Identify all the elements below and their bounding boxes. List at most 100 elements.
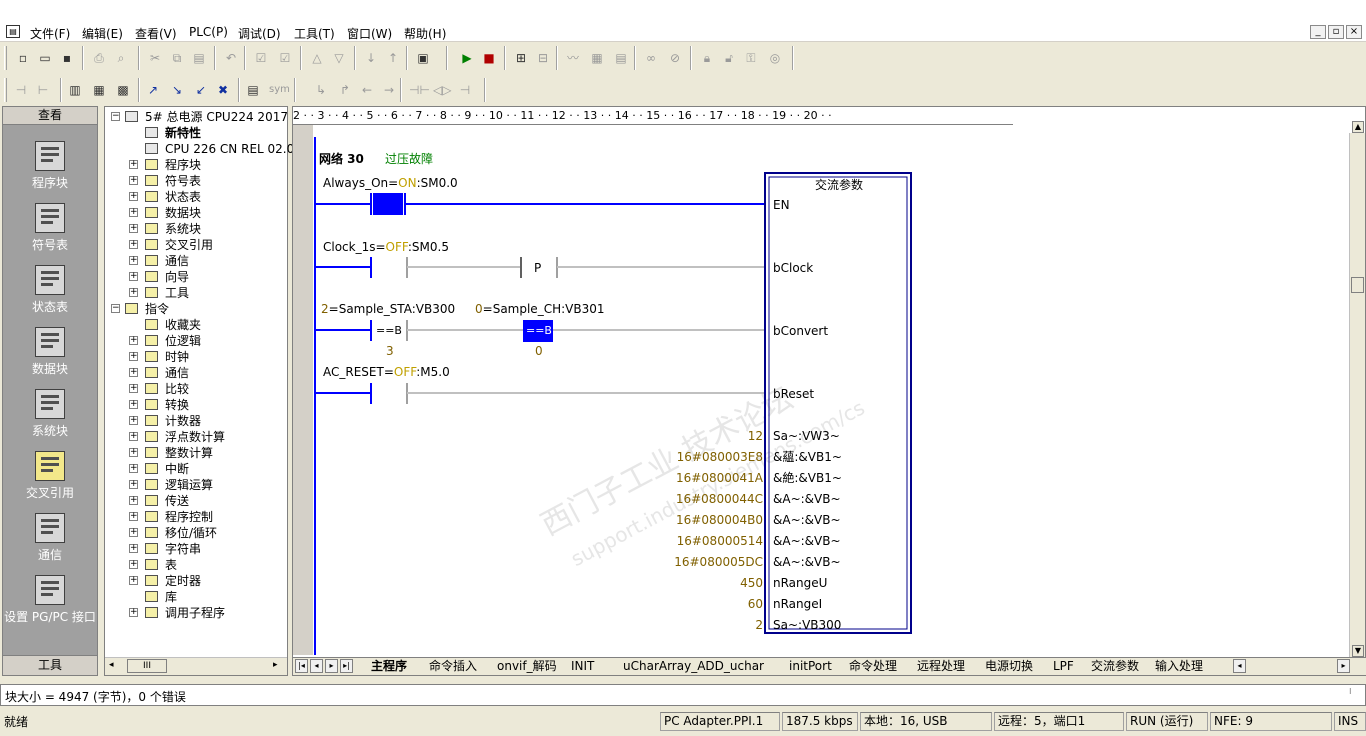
sym-icon[interactable]: sym (268, 81, 290, 99)
stop-icon[interactable]: ■ (480, 49, 498, 67)
box-icon[interactable]: ⊣ (456, 81, 474, 99)
tree-node[interactable]: + 计数器 (105, 413, 287, 429)
expand-icon[interactable]: + (129, 608, 138, 617)
tree-node[interactable]: + 符号表 (105, 173, 287, 189)
compile-all-icon[interactable]: ☑ (276, 49, 294, 67)
write-all-icon[interactable]: ▤ (612, 49, 630, 67)
menu-item-5[interactable]: 工具(T) (294, 25, 335, 42)
toolbar-grip[interactable] (4, 46, 7, 70)
expand-icon[interactable]: + (129, 528, 138, 537)
network-comment-icon[interactable]: ▥ (66, 81, 84, 99)
tree-node[interactable]: + 浮点数计算 (105, 429, 287, 445)
tree-node[interactable]: + 转换 (105, 397, 287, 413)
undo-icon[interactable]: ↶ (222, 49, 240, 67)
viewbar-item-3[interactable]: 数据块 (3, 327, 97, 377)
tree-node[interactable]: + 位逻辑 (105, 333, 287, 349)
tools-button[interactable]: 工具 (3, 655, 97, 675)
tree-node[interactable]: 库 (105, 589, 287, 605)
menu-item-4[interactable]: 调试(D) (238, 25, 281, 42)
viewbar-item-5[interactable]: 交叉引用 (3, 451, 97, 501)
close-button[interactable]: × (1346, 25, 1362, 39)
coil-icon[interactable]: ◁▷ (432, 81, 451, 99)
expand-icon[interactable]: + (129, 256, 138, 265)
tab-1[interactable]: 命令插入 (429, 658, 477, 675)
toggle-bookmark-icon[interactable]: ↗ (144, 81, 162, 99)
tree-node[interactable]: + 逻辑运算 (105, 477, 287, 493)
expand-icon[interactable]: + (129, 336, 138, 345)
tab-11[interactable]: 输入处理 (1155, 658, 1203, 675)
tree-node[interactable]: + 通信 (105, 253, 287, 269)
remove-bookmarks-icon[interactable]: ✖ (214, 81, 232, 99)
expand-icon[interactable]: + (129, 432, 138, 441)
tree-node[interactable]: + 字符串 (105, 541, 287, 557)
symbol-table-icon[interactable]: ▤ (244, 81, 262, 99)
expand-icon[interactable]: + (129, 272, 138, 281)
collapse-icon[interactable]: − (111, 304, 120, 313)
tree-node[interactable]: + 比较 (105, 381, 287, 397)
viewbar-item-7[interactable]: 设置 PG/PC 接口 (3, 575, 97, 625)
insert-contact-icon[interactable]: ⊣ (12, 81, 30, 99)
single-read-icon[interactable]: ▦ (588, 49, 606, 67)
tab-8[interactable]: 电源切换 (985, 658, 1033, 675)
download-icon[interactable]: ▽ (330, 49, 348, 67)
scroll-up-icon[interactable]: ▲ (1352, 121, 1364, 133)
expand-icon[interactable]: + (129, 400, 138, 409)
program-status-icon[interactable]: ⊞ (512, 49, 530, 67)
scroll-down-icon[interactable]: ▼ (1352, 645, 1364, 657)
editor-scroll-thumb[interactable] (1351, 277, 1364, 293)
menu-item-3[interactable]: PLC(P) (189, 25, 228, 39)
expand-icon[interactable]: + (129, 448, 138, 457)
cut-icon[interactable]: ✂ (146, 49, 164, 67)
tree-node[interactable]: + 传送 (105, 493, 287, 509)
expand-icon[interactable]: + (129, 240, 138, 249)
prev-tab-icon[interactable]: ◂ (310, 659, 323, 673)
tree-node[interactable]: CPU 226 CN REL 02.01 (105, 141, 302, 157)
tab-scroll-left-icon[interactable]: ◂ (1233, 659, 1246, 673)
viewbar-item-2[interactable]: 状态表 (3, 265, 97, 315)
expand-icon[interactable]: + (129, 208, 138, 217)
cross-ref-icon[interactable]: ▩ (114, 81, 132, 99)
tree-scroll-thumb[interactable]: III (127, 659, 167, 673)
run-icon[interactable]: ▶ (458, 49, 476, 67)
print-icon[interactable]: ⎙ (90, 49, 108, 67)
lock-icon[interactable]: 🔒︎ (698, 49, 716, 67)
tab-4[interactable]: uCharArray_ADD_uchar (623, 658, 764, 675)
tab-10[interactable]: 交流参数 (1091, 658, 1139, 675)
expand-icon[interactable]: + (129, 576, 138, 585)
expand-icon[interactable]: + (129, 560, 138, 569)
down-line-icon[interactable]: ↳ (312, 81, 330, 99)
watch-icon[interactable]: ◎ (766, 49, 784, 67)
expand-icon[interactable]: + (129, 176, 138, 185)
tree-node[interactable]: + 表 (105, 557, 287, 573)
first-tab-icon[interactable]: |◂ (295, 659, 308, 673)
key-icon[interactable]: ⚿ (742, 49, 760, 67)
collapse-icon[interactable]: − (111, 112, 120, 121)
toolbar-grip[interactable] (4, 78, 7, 102)
tree-node[interactable]: + 整数计算 (105, 445, 287, 461)
tree-node[interactable]: 新特性 (105, 125, 287, 141)
tab-9[interactable]: LPF (1053, 658, 1074, 675)
scroll-left-icon[interactable]: ◂ (109, 660, 114, 670)
sort-ascending-icon[interactable]: ↓ (362, 49, 380, 67)
contact-icon[interactable]: ⊣⊢ (408, 81, 430, 99)
menu-item-2[interactable]: 查看(V) (135, 25, 177, 42)
expand-icon[interactable]: + (129, 192, 138, 201)
tree-node[interactable]: + 向导 (105, 269, 287, 285)
right-line-icon[interactable]: → (380, 81, 398, 99)
viewbar-item-1[interactable]: 符号表 (3, 203, 97, 253)
tab-0[interactable]: 主程序 (371, 658, 407, 675)
upload-icon[interactable]: △ (308, 49, 326, 67)
trend-icon[interactable]: 〰 (564, 49, 582, 67)
expand-icon[interactable]: + (129, 480, 138, 489)
symbol-info-icon[interactable]: ▦ (90, 81, 108, 99)
expand-icon[interactable]: + (129, 224, 138, 233)
status-chart-icon[interactable]: ⊟ (534, 49, 552, 67)
tree-node[interactable]: + 系统块 (105, 221, 287, 237)
tree-node[interactable]: 收藏夹 (105, 317, 287, 333)
up-line-icon[interactable]: ↱ (336, 81, 354, 99)
tree-node[interactable]: + 调用子程序 (105, 605, 287, 621)
expand-icon[interactable]: + (129, 288, 138, 297)
tab-7[interactable]: 远程处理 (917, 658, 965, 675)
expand-icon[interactable]: + (129, 160, 138, 169)
new-icon[interactable]: ▫ (14, 49, 32, 67)
